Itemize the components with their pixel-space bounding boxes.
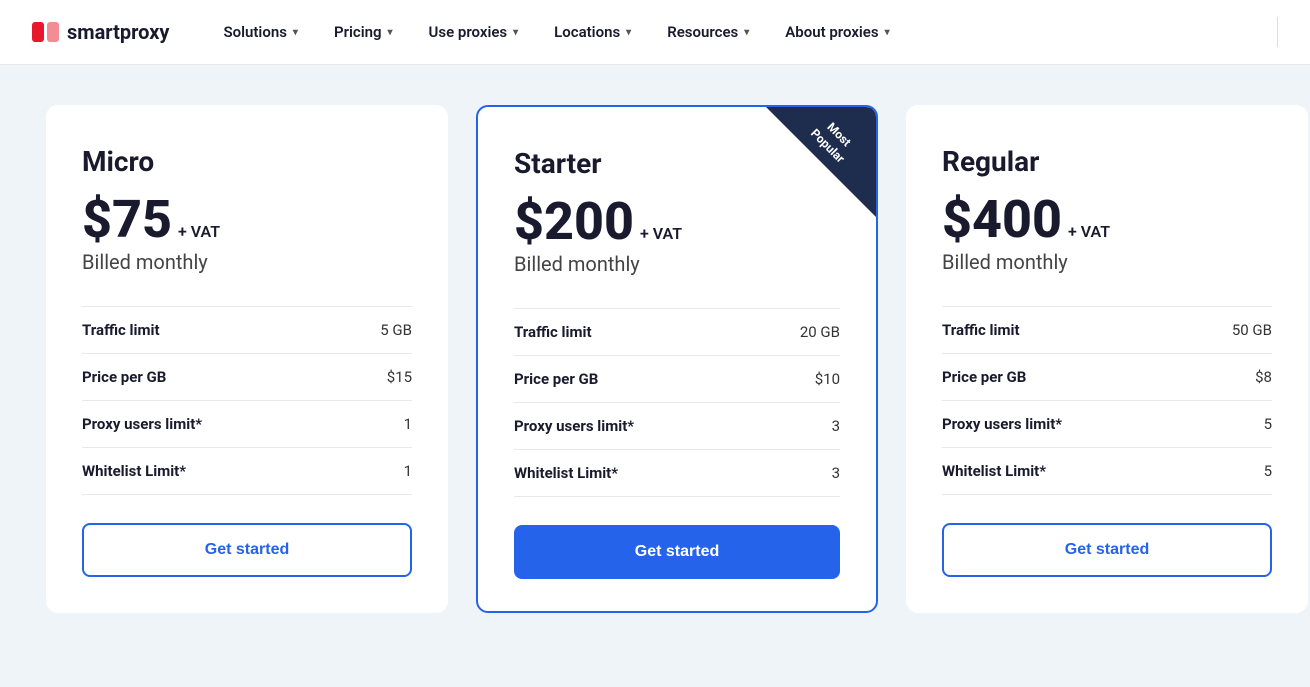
billing-period-regular: Billed monthly — [942, 250, 1272, 274]
feature-value: 5 — [1189, 401, 1272, 448]
feature-label: Price per GB — [942, 354, 1189, 401]
chevron-down-icon: ▾ — [513, 27, 518, 38]
logo-dot-right — [47, 22, 59, 42]
feature-value: 3 — [758, 450, 840, 497]
cta-button-regular[interactable]: Get started — [942, 523, 1272, 577]
pricing-card-micro: Micro $75 + VAT Billed monthly Traffic l… — [46, 105, 448, 613]
price-vat-micro: + VAT — [178, 222, 220, 241]
nav-label-resources: Resources — [667, 23, 738, 41]
features-table-micro: Traffic limit 5 GB Price per GB $15 Prox… — [82, 306, 412, 495]
nav-item-solutions[interactable]: Solutions ▾ — [205, 0, 315, 65]
logo-dot-left — [32, 22, 44, 42]
price-amount-micro: $75 — [82, 194, 172, 246]
nav-item-resources[interactable]: Resources ▾ — [649, 0, 767, 65]
nav-label-use-proxies: Use proxies — [429, 23, 508, 41]
feature-label: Traffic limit — [942, 307, 1189, 354]
feature-row: Traffic limit 20 GB — [514, 309, 840, 356]
feature-label: Traffic limit — [82, 307, 343, 354]
feature-value: 20 GB — [758, 309, 840, 356]
plan-name-regular: Regular — [942, 145, 1272, 178]
feature-label: Whitelist Limit* — [514, 450, 758, 497]
feature-value: 1 — [343, 401, 412, 448]
features-table-regular: Traffic limit 50 GB Price per GB $8 Prox… — [942, 306, 1272, 495]
logo-text: smartproxy — [67, 20, 169, 44]
price-vat-regular: + VAT — [1068, 222, 1110, 241]
feature-value: 5 GB — [343, 307, 412, 354]
feature-row: Traffic limit 50 GB — [942, 307, 1272, 354]
feature-value: $8 — [1189, 354, 1272, 401]
feature-row: Proxy users limit* 3 — [514, 403, 840, 450]
billing-period-starter: Billed monthly — [514, 252, 840, 276]
feature-value: 5 — [1189, 448, 1272, 495]
nav-menu: Solutions ▾ Pricing ▾ Use proxies ▾ Loca… — [205, 0, 907, 65]
feature-label: Traffic limit — [514, 309, 758, 356]
price-amount-starter: $200 — [514, 196, 634, 248]
price-vat-starter: + VAT — [640, 224, 682, 243]
chevron-down-icon: ▾ — [885, 27, 890, 38]
main-content: Micro $75 + VAT Billed monthly Traffic l… — [0, 65, 1310, 687]
feature-label: Proxy users limit* — [82, 401, 343, 448]
nav-item-use-proxies[interactable]: Use proxies ▾ — [411, 0, 537, 65]
nav-label-pricing: Pricing — [334, 23, 382, 41]
pricing-card-regular: Regular $400 + VAT Billed monthly Traffi… — [906, 105, 1308, 613]
price-row-starter: $200 + VAT — [514, 196, 840, 248]
chevron-down-icon: ▾ — [293, 27, 298, 38]
feature-row: Traffic limit 5 GB — [82, 307, 412, 354]
feature-row: Proxy users limit* 5 — [942, 401, 1272, 448]
plan-name-micro: Micro — [82, 145, 412, 178]
feature-row: Price per GB $10 — [514, 356, 840, 403]
feature-row: Proxy users limit* 1 — [82, 401, 412, 448]
chevron-down-icon: ▾ — [744, 27, 749, 38]
nav-label-locations: Locations — [554, 23, 620, 41]
nav-label-solutions: Solutions — [223, 23, 286, 41]
feature-value: 50 GB — [1189, 307, 1272, 354]
feature-row: Whitelist Limit* 5 — [942, 448, 1272, 495]
feature-value: $15 — [343, 354, 412, 401]
feature-row: Whitelist Limit* 3 — [514, 450, 840, 497]
features-table-starter: Traffic limit 20 GB Price per GB $10 Pro… — [514, 308, 840, 497]
feature-row: Whitelist Limit* 1 — [82, 448, 412, 495]
feature-label: Proxy users limit* — [942, 401, 1189, 448]
chevron-down-icon: ▾ — [388, 27, 393, 38]
nav-item-locations[interactable]: Locations ▾ — [536, 0, 649, 65]
feature-label: Price per GB — [514, 356, 758, 403]
chevron-down-icon: ▾ — [626, 27, 631, 38]
feature-label: Price per GB — [82, 354, 343, 401]
nav-divider — [1277, 17, 1278, 47]
price-row-regular: $400 + VAT — [942, 194, 1272, 246]
feature-label: Whitelist Limit* — [942, 448, 1189, 495]
feature-label: Proxy users limit* — [514, 403, 758, 450]
feature-row: Price per GB $8 — [942, 354, 1272, 401]
pricing-card-starter: MostPopular Starter $200 + VAT Billed mo… — [476, 105, 878, 613]
nav-item-pricing[interactable]: Pricing ▾ — [316, 0, 411, 65]
logo-icon — [32, 22, 59, 42]
feature-label: Whitelist Limit* — [82, 448, 343, 495]
navbar: smartproxy Solutions ▾ Pricing ▾ Use pro… — [0, 0, 1310, 65]
logo[interactable]: smartproxy — [32, 20, 169, 44]
price-row-micro: $75 + VAT — [82, 194, 412, 246]
feature-value: $10 — [758, 356, 840, 403]
price-amount-regular: $400 — [942, 194, 1062, 246]
plan-name-starter: Starter — [514, 147, 840, 180]
feature-value: 1 — [343, 448, 412, 495]
feature-row: Price per GB $15 — [82, 354, 412, 401]
nav-label-about-proxies: About proxies — [785, 23, 878, 41]
cta-button-micro[interactable]: Get started — [82, 523, 412, 577]
feature-value: 3 — [758, 403, 840, 450]
cta-button-starter[interactable]: Get started — [514, 525, 840, 579]
nav-item-about-proxies[interactable]: About proxies ▾ — [767, 0, 907, 65]
billing-period-micro: Billed monthly — [82, 250, 412, 274]
pricing-grid: Micro $75 + VAT Billed monthly Traffic l… — [32, 105, 1278, 613]
